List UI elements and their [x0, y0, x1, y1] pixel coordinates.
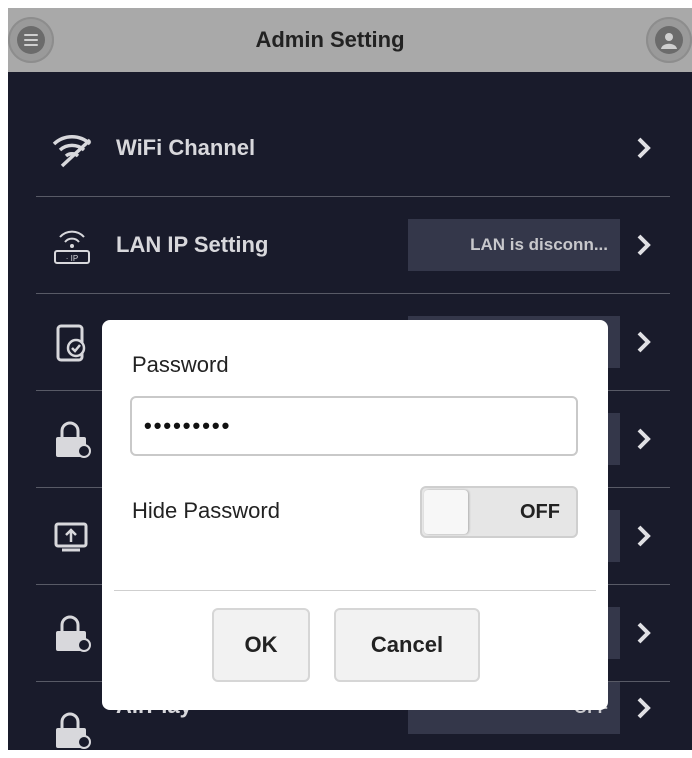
row-label: WiFi Channel [116, 135, 256, 160]
password-label: Password [132, 352, 229, 377]
chevron-right-icon [637, 697, 651, 719]
password-dialog: Password ••••••••• Hide Password OFF OK … [102, 320, 608, 710]
setting-row-lan-ip[interactable]: · IP LAN IP Setting LAN is disconn... [36, 197, 670, 294]
hide-password-label: Hide Password [132, 498, 280, 523]
chevron-right-icon [637, 525, 651, 547]
wifi-icon [52, 135, 92, 168]
lan-ip-icon: · IP [54, 230, 90, 264]
hide-password-toggle[interactable]: OFF [420, 486, 578, 538]
lan-status-value: LAN is disconn... [408, 219, 620, 271]
screen-share-icon [54, 522, 88, 552]
svg-text:· IP: · IP [66, 254, 78, 263]
page-title: Admin Setting [255, 27, 405, 52]
chevron-right-icon [637, 137, 651, 159]
toggle-state: OFF [520, 501, 560, 523]
dialog-divider [114, 590, 596, 591]
cancel-button[interactable]: Cancel [334, 608, 480, 682]
setting-row-wifi-channel[interactable]: WiFi Channel [36, 100, 670, 197]
password-input[interactable]: ••••••••• [130, 396, 578, 456]
row-label: LAN IP Setting [116, 232, 269, 257]
user-button[interactable] [646, 17, 692, 63]
chevron-right-icon [637, 622, 651, 644]
user-icon [655, 26, 683, 54]
lock-network-icon [56, 615, 91, 652]
ok-button[interactable]: OK [212, 608, 310, 682]
chevron-right-icon [637, 428, 651, 450]
chevron-right-icon [637, 331, 651, 353]
chevron-right-icon [637, 234, 651, 256]
lock-network-icon [56, 421, 91, 458]
lock-network-icon [56, 712, 91, 749]
tablet-check-icon [56, 324, 86, 362]
header-bar: Admin Setting [8, 8, 692, 72]
toggle-knob [424, 490, 468, 534]
